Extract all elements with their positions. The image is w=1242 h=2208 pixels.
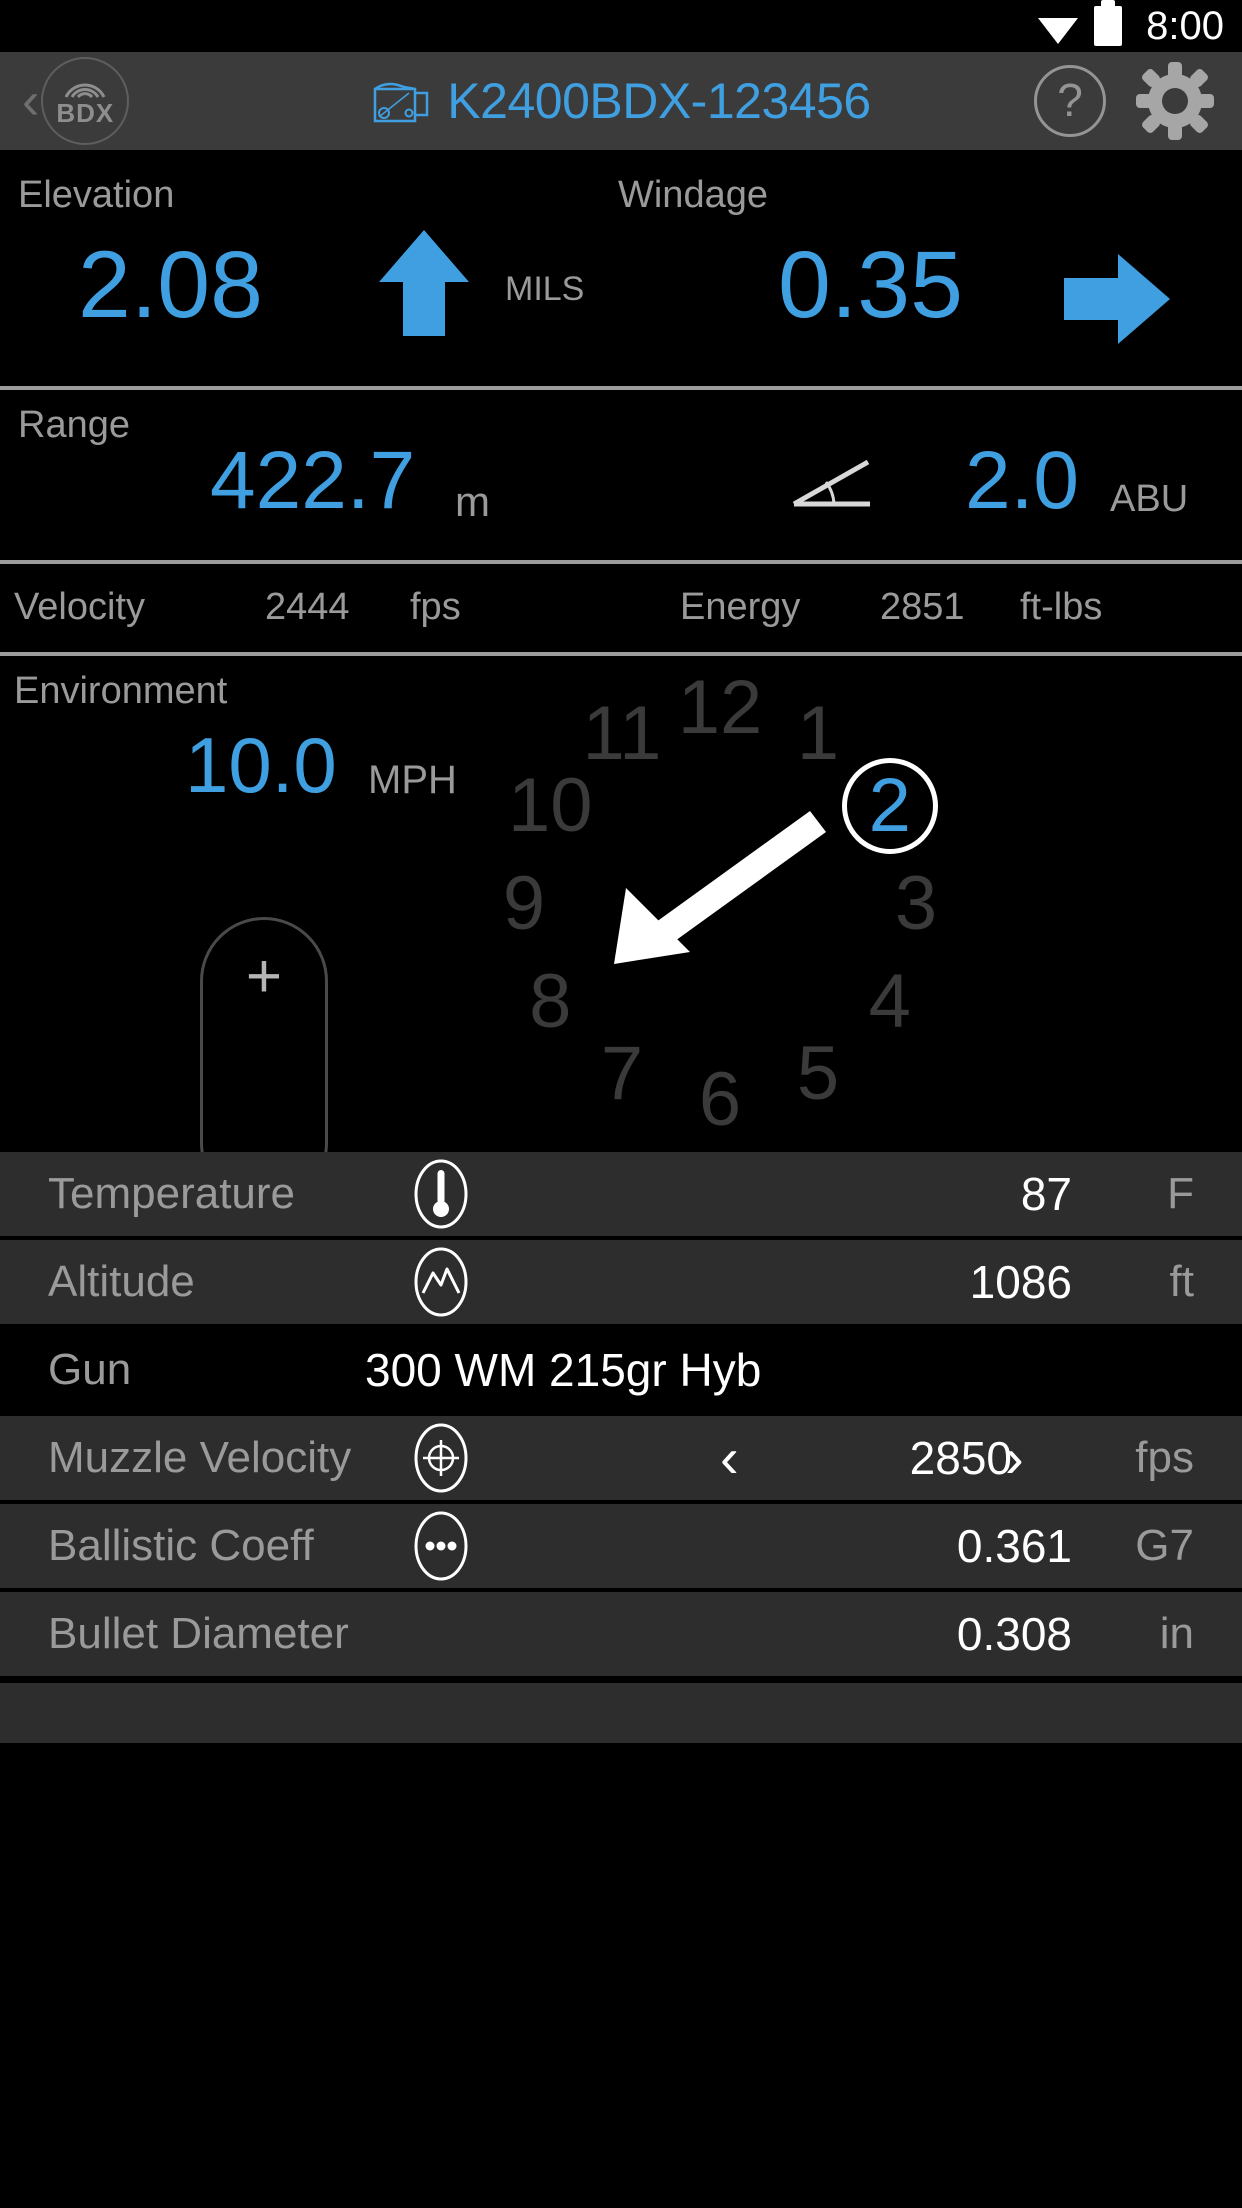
row-label: Altitude xyxy=(48,1257,195,1306)
wind-clock-selection-ring xyxy=(841,758,938,854)
app-bar: ‹ BDX K2400BDX-123456 ? xyxy=(0,52,1242,150)
wind-clock-hour-5[interactable]: 5 xyxy=(797,1035,839,1112)
elevation-unit: MILS xyxy=(505,270,585,308)
table-row[interactable]: Bullet Diameter 0.308 in xyxy=(0,1592,1242,1677)
wind-clock-hour-7[interactable]: 7 xyxy=(601,1035,643,1112)
mountain-icon xyxy=(413,1247,469,1317)
wind-decrease-button[interactable]: - xyxy=(203,1120,325,1153)
row-unit: fps xyxy=(1135,1433,1194,1482)
row-value: 0.361 xyxy=(956,1520,1072,1572)
row-unit: G7 xyxy=(1135,1521,1194,1570)
table-row[interactable]: Muzzle Velocity ‹ 2850 › fps xyxy=(0,1416,1242,1501)
page-title: K2400BDX-123456 xyxy=(447,73,871,129)
elevation-value: 2.08 xyxy=(78,232,263,338)
wind-clock-hour-9[interactable]: 9 xyxy=(503,866,545,942)
wind-clock-hour-8[interactable]: 8 xyxy=(529,964,571,1040)
wind-clock-hour-11[interactable]: 11 xyxy=(583,696,662,772)
thermometer-icon xyxy=(413,1159,469,1229)
environment-panel: Environment 10.0 MPH + - 1 2 3 4 5 6 7 8 9 10 11 12 xyxy=(0,656,1242,1152)
velocity-unit: fps xyxy=(410,586,461,628)
bdx-badge-label: BDX xyxy=(56,97,115,128)
row-value: 0.308 xyxy=(956,1608,1072,1660)
app-screen: 8:00 ‹ BDX K2400BDX-123456 ? Elevation W… xyxy=(0,0,1242,2208)
velocity-value: 2444 xyxy=(265,586,350,628)
row-label: Gun xyxy=(48,1345,132,1394)
range-label: Range xyxy=(18,404,130,446)
crosshair-icon xyxy=(413,1423,469,1493)
energy-value: 2851 xyxy=(880,586,965,628)
chevron-left-icon[interactable]: ‹ xyxy=(720,1430,739,1486)
angle-value: 2.0 xyxy=(965,435,1079,526)
row-value: 87 xyxy=(1020,1168,1072,1220)
wind-speed-stepper[interactable]: + - xyxy=(200,917,328,1152)
bdx-signal-icon: BDX xyxy=(41,57,130,145)
row-value: 1086 xyxy=(969,1256,1072,1308)
angle-unit: ABU xyxy=(1110,478,1189,520)
wifi-icon xyxy=(1036,12,1080,46)
row-unit: F xyxy=(1167,1169,1194,1218)
range-unit: m xyxy=(455,478,490,525)
ballistics-strip: Velocity 2444 fps Energy 2851 ft-lbs xyxy=(0,564,1242,652)
windage-value: 0.35 xyxy=(778,232,963,338)
wind-clock-hour-10[interactable]: 10 xyxy=(508,768,593,844)
inclination-angle-icon xyxy=(790,452,876,517)
question-mark-icon[interactable]: ? xyxy=(1034,65,1106,137)
battery-full-icon xyxy=(1094,0,1123,46)
back-to-bdx-button[interactable]: ‹ BDX xyxy=(22,57,130,145)
status-bar: 8:00 xyxy=(0,0,1242,52)
table-row[interactable]: Temperature 87 F xyxy=(0,1152,1242,1237)
data-rows: Temperature 87 F Altitude 1086 ft Gun 300 WM 21… xyxy=(0,1152,1242,1680)
row-label: Ballistic Coeff xyxy=(48,1521,314,1570)
row-label: Bullet Diameter xyxy=(48,1609,349,1658)
status-bar-clock: 8:00 xyxy=(1146,4,1224,48)
chevron-left-icon: ‹ xyxy=(22,72,40,130)
chevron-right-icon[interactable]: › xyxy=(1005,1430,1024,1486)
elevation-label: Elevation xyxy=(18,174,175,216)
next-row-partial[interactable] xyxy=(0,1680,1242,1743)
range-value: 422.7 xyxy=(210,435,416,526)
environment-label: Environment xyxy=(14,670,228,712)
range-panel: Range 422.7 m 2.0 ABU xyxy=(0,390,1242,560)
rangefinder-icon xyxy=(371,75,433,127)
row-unit: ft xyxy=(1169,1257,1194,1306)
wind-clock-hour-4[interactable]: 4 xyxy=(869,964,911,1040)
wind-increase-button[interactable]: + xyxy=(203,946,325,1008)
wind-clock-hour-12[interactable]: 12 xyxy=(678,670,763,746)
row-unit: in xyxy=(1159,1609,1194,1658)
table-row[interactable]: Gun 300 WM 215gr Hyb xyxy=(0,1328,1242,1413)
table-row[interactable]: Altitude 1086 ft xyxy=(0,1240,1242,1325)
table-row[interactable]: Ballistic Coeff 0.361 G7 xyxy=(0,1504,1242,1589)
wind-clock-hour-6[interactable]: 6 xyxy=(699,1062,741,1138)
row-value: 2850 xyxy=(909,1432,1012,1484)
wind-clock-hour-3[interactable]: 3 xyxy=(895,866,937,942)
velocity-label: Velocity xyxy=(14,586,145,628)
help-glyph: ? xyxy=(1057,74,1083,126)
energy-unit: ft-lbs xyxy=(1020,586,1103,628)
wind-speed-value: 10.0 xyxy=(185,721,337,809)
arrow-right-icon xyxy=(1062,250,1172,353)
row-label: Temperature xyxy=(48,1169,296,1218)
arrow-up-icon xyxy=(375,228,473,343)
windage-label: Windage xyxy=(618,174,768,216)
ellipsis-icon xyxy=(413,1511,469,1581)
row-label: Muzzle Velocity xyxy=(48,1433,352,1482)
row-value: 300 WM 215gr Hyb xyxy=(365,1344,762,1396)
energy-label: Energy xyxy=(680,586,801,628)
wind-direction-clock[interactable]: 1 2 3 4 5 6 7 8 9 10 11 12 xyxy=(400,656,1040,1152)
wind-clock-hour-1[interactable]: 1 xyxy=(797,696,839,772)
gear-icon[interactable] xyxy=(1134,60,1216,142)
shooting-solution-panel: Elevation Windage 2.08 0.35 MILS xyxy=(0,150,1242,386)
